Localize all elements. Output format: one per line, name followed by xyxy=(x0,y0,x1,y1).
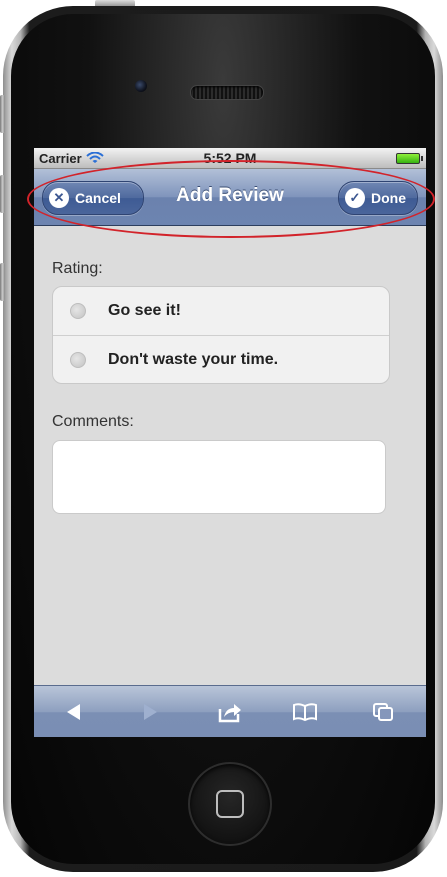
bookmarks-icon[interactable] xyxy=(292,700,318,724)
battery-icon xyxy=(396,153,423,164)
rating-option[interactable]: Don't waste your time. xyxy=(53,335,389,383)
highlight-ellipse xyxy=(27,160,435,238)
forward-arrow-icon[interactable] xyxy=(137,700,163,724)
sleep-button xyxy=(95,0,135,6)
volume-up-button xyxy=(0,175,5,213)
radio-button[interactable] xyxy=(70,352,86,368)
home-square-icon xyxy=(216,790,244,818)
volume-down-button xyxy=(0,263,5,301)
tabs-icon[interactable] xyxy=(370,700,396,724)
rating-option-label: Don't waste your time. xyxy=(108,351,279,368)
mute-switch xyxy=(0,95,5,133)
share-icon[interactable] xyxy=(217,700,243,724)
browser-toolbar xyxy=(34,685,426,737)
back-arrow-icon[interactable] xyxy=(61,700,87,724)
review-form: Rating: Go see it! Don't waste your time… xyxy=(34,226,426,685)
comments-label: Comments: xyxy=(52,413,134,430)
radio-button[interactable] xyxy=(70,303,86,319)
earpiece-speaker xyxy=(190,85,264,100)
comments-textarea[interactable] xyxy=(52,440,386,514)
rating-option[interactable]: Go see it! xyxy=(53,287,389,335)
home-button[interactable] xyxy=(188,762,272,846)
rating-radio-group: Go see it! Don't waste your time. xyxy=(52,286,390,384)
rating-label: Rating: xyxy=(52,260,103,277)
front-camera xyxy=(135,80,147,92)
rating-option-label: Go see it! xyxy=(108,302,181,319)
